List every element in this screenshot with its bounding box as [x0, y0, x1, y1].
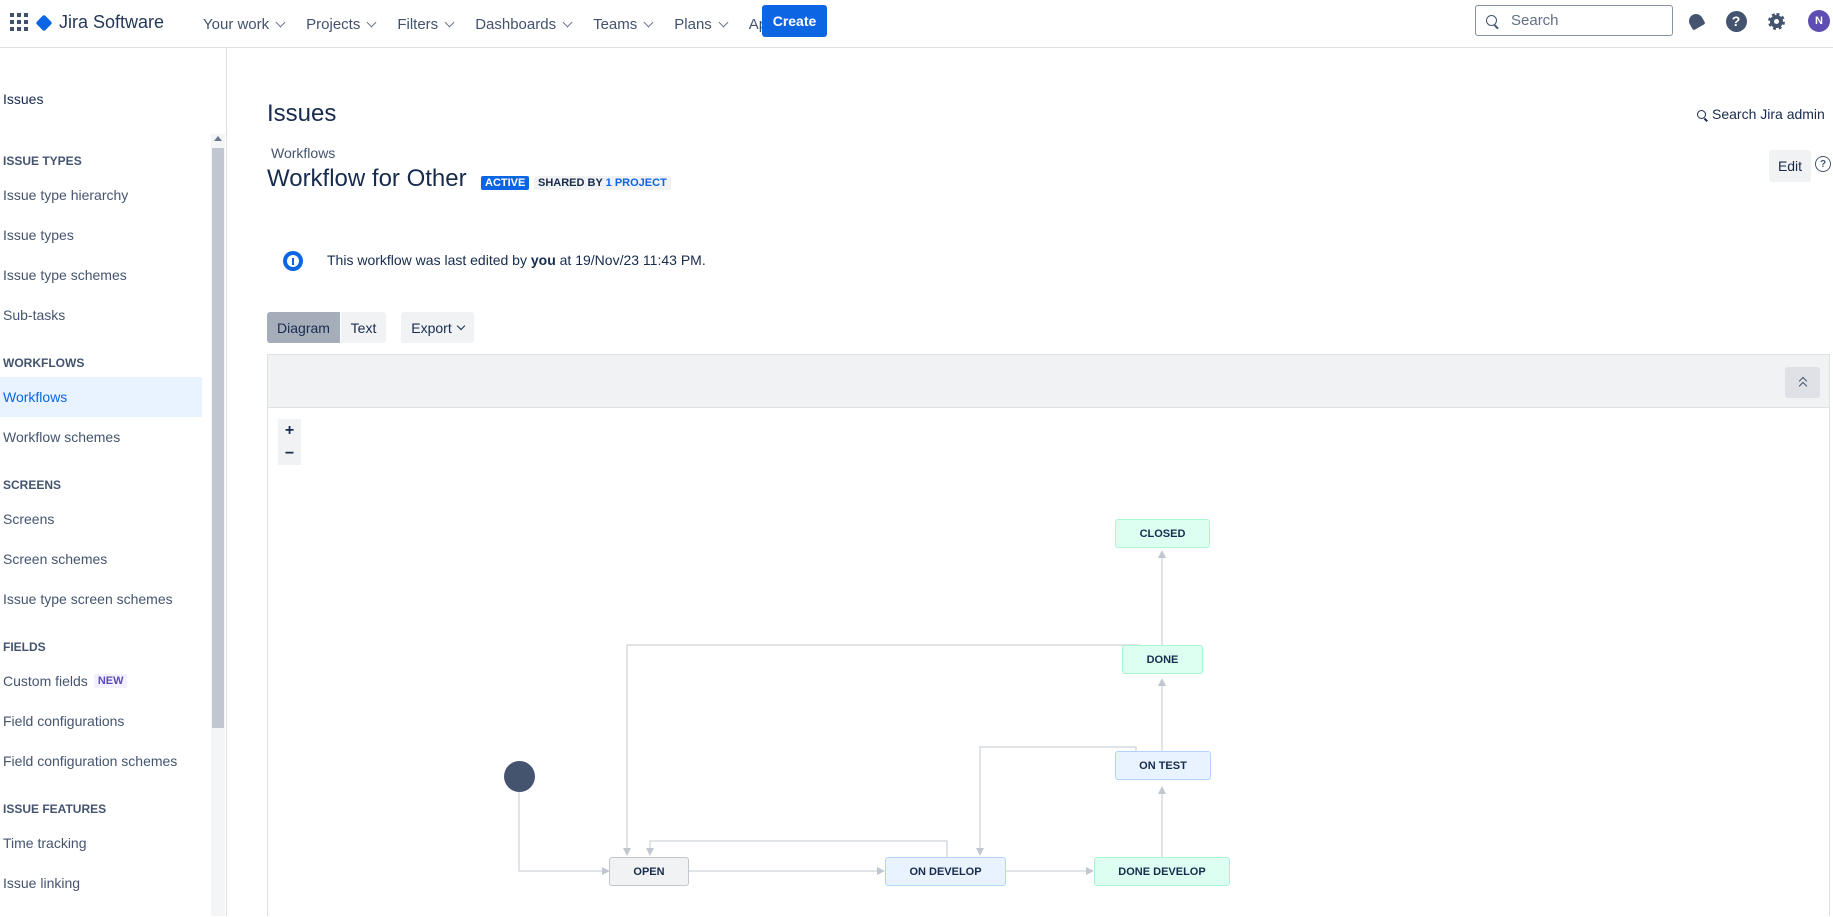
status-node-on-develop[interactable]: ON DEVELOP — [885, 857, 1006, 886]
product-name: Jira Software — [59, 12, 165, 32]
sidebar-scrollbar[interactable] — [211, 134, 225, 916]
notifications-bell-icon[interactable] — [1685, 10, 1707, 32]
search-input[interactable] — [1509, 11, 1663, 30]
status-node-done[interactable]: DONE — [1122, 645, 1203, 674]
sidebar-item-screens[interactable]: Screens — [0, 499, 202, 539]
sidebar-item-sub-tasks[interactable]: Sub-tasks — [0, 295, 202, 335]
transition-ondevelop-open — [646, 840, 948, 857]
shared-by-badge: SHARED BY 1 PROJECT — [534, 176, 671, 190]
scroll-thumb[interactable] — [212, 148, 224, 728]
new-badge: NEW — [93, 674, 128, 688]
chevron-down-icon — [444, 17, 455, 27]
section-screens: SCREENS — [3, 478, 62, 492]
search-box[interactable] — [1475, 5, 1673, 36]
sidebar-item-time-tracking[interactable]: Time tracking — [0, 823, 202, 863]
section-issue-types: ISSUE TYPES — [3, 154, 82, 168]
chevron-down-icon — [275, 17, 286, 27]
admin-sidebar: Issues ISSUE TYPES Issue type hierarchy … — [0, 48, 227, 916]
status-node-open[interactable]: OPEN — [609, 857, 689, 886]
chevron-down-icon — [643, 17, 654, 27]
search-icon — [1486, 15, 1497, 26]
section-workflows: WORKFLOWS — [3, 356, 85, 370]
chevron-down-icon — [718, 17, 729, 27]
status-node-done-develop[interactable]: DONE DEVELOP — [1094, 857, 1230, 886]
sidebar-item-workflows[interactable]: Workflows — [0, 377, 202, 417]
tab-diagram[interactable]: Diagram — [267, 312, 340, 343]
scroll-up-arrow-icon[interactable] — [214, 136, 222, 141]
tab-text[interactable]: Text — [341, 312, 386, 343]
nav-dashboards[interactable]: Dashboards — [475, 16, 573, 33]
sidebar-item-issue-type-screen-schemes[interactable]: Issue type screen schemes — [0, 579, 202, 619]
last-edited-message: This workflow was last edited by you at … — [327, 252, 706, 268]
settings-gear-icon[interactable] — [1765, 10, 1787, 32]
nav-filters[interactable]: Filters — [397, 16, 455, 33]
sidebar-item-custom-fields[interactable]: Custom fields NEW — [0, 661, 202, 701]
section-fields: FIELDS — [3, 640, 46, 654]
nav-plans[interactable]: Plans — [674, 16, 729, 33]
chevron-down-icon — [562, 17, 573, 27]
sidebar-item-issue-type-hierarchy[interactable]: Issue type hierarchy — [0, 175, 202, 215]
jira-diamond-icon — [35, 14, 53, 31]
help-question-icon[interactable]: ? — [1815, 156, 1831, 172]
create-button[interactable]: Create — [762, 5, 827, 37]
editor-name: you — [530, 252, 556, 268]
help-icon[interactable]: ? — [1725, 10, 1747, 32]
nav-teams[interactable]: Teams — [593, 16, 654, 33]
jira-logo[interactable]: Jira Software — [35, 12, 165, 33]
transition-ontest-ondevelop — [976, 746, 1137, 856]
search-jira-admin-link[interactable]: Search Jira admin — [1697, 106, 1825, 122]
export-dropdown-button[interactable]: Export — [401, 312, 474, 343]
sidebar-item-issue-types[interactable]: Issue types — [0, 215, 202, 255]
page-title: Issues — [267, 100, 337, 127]
sidebar-item-field-configuration-schemes[interactable]: Field configuration schemes — [0, 741, 202, 781]
edit-button[interactable]: Edit — [1769, 150, 1811, 182]
workflow-start-node — [504, 761, 535, 792]
nav-projects[interactable]: Projects — [306, 16, 377, 33]
search-icon — [1697, 109, 1706, 119]
workflow-title: Workflow for Other — [267, 165, 467, 192]
nav-your-work[interactable]: Your work — [203, 16, 286, 33]
shared-project-link[interactable]: 1 PROJECT — [606, 177, 667, 189]
section-issue-features: ISSUE FEATURES — [3, 802, 107, 816]
sidebar-item-issue-linking[interactable]: Issue linking — [0, 863, 202, 903]
breadcrumb-workflows[interactable]: Workflows — [271, 145, 335, 161]
chevron-down-icon — [456, 321, 465, 330]
chevron-down-icon — [366, 17, 377, 27]
transition-lines — [518, 550, 1166, 875]
info-icon — [283, 251, 303, 271]
workflow-diagram: + − OPEN ON DEVELOP DONE DEVELOP ON TEST… — [267, 354, 1830, 916]
transition-done-open — [623, 644, 1140, 856]
transition-start-open — [518, 777, 610, 875]
status-node-closed[interactable]: CLOSED — [1115, 519, 1210, 548]
sidebar-title: Issues — [3, 91, 44, 107]
status-badge-active: ACTIVE — [481, 176, 530, 190]
primary-nav: Your work Projects Filters Dashboards Te… — [203, 0, 820, 48]
sidebar-item-issue-type-schemes[interactable]: Issue type schemes — [0, 255, 202, 295]
top-navigation: Jira Software Your work Projects Filters… — [0, 0, 1833, 48]
sidebar-item-workflow-schemes[interactable]: Workflow schemes — [0, 417, 202, 457]
app-switcher-icon[interactable] — [10, 13, 28, 31]
sidebar-item-screen-schemes[interactable]: Screen schemes — [0, 539, 202, 579]
status-node-on-test[interactable]: ON TEST — [1115, 751, 1211, 780]
edit-timestamp: 19/Nov/23 11:43 PM. — [575, 252, 706, 268]
sidebar-item-field-configurations[interactable]: Field configurations — [0, 701, 202, 741]
user-avatar[interactable]: N — [1808, 10, 1830, 32]
